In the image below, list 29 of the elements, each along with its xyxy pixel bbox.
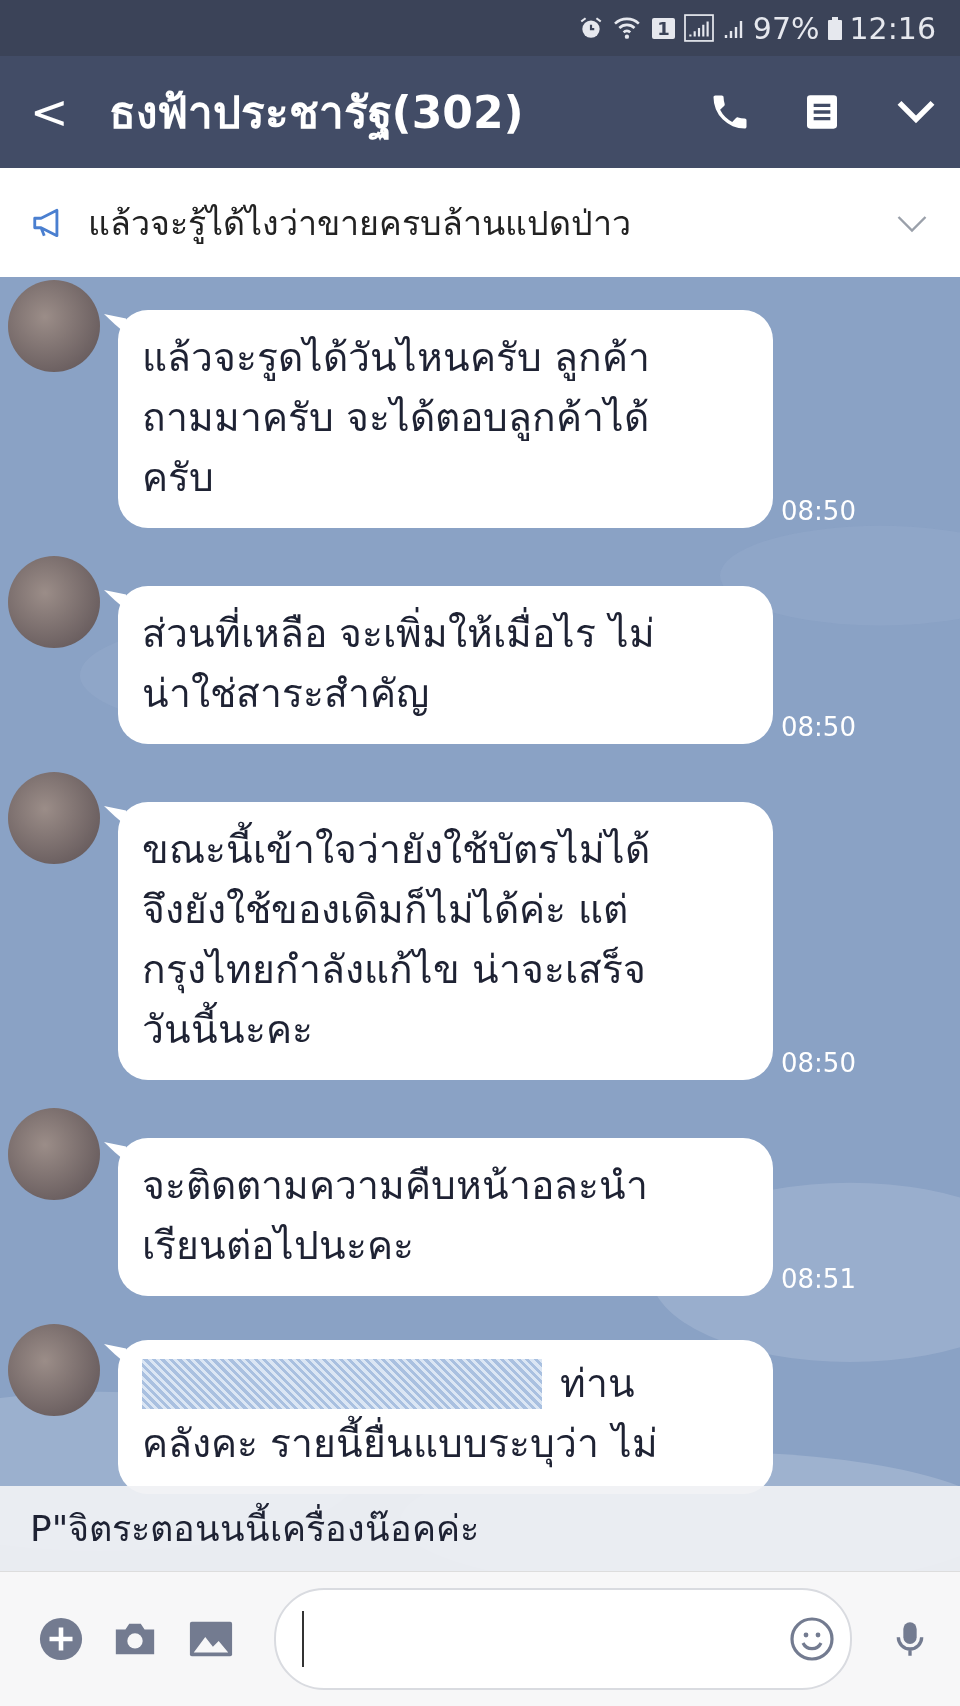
plus-icon[interactable] [38,1616,84,1662]
battery-percent: 97% [752,10,820,46]
message-text: จะติดตามความคืบหน้าอละนำ [142,1162,648,1210]
message-text: คลังคะ รายนี้ยื่นแบบระบุว่า ไม่ [142,1414,658,1474]
message-text: ขณะนี้เข้าใจว่ายังใช้บัตรไม่ได้ [142,820,650,880]
message-text: แล้วจะรูดได้วันไหนครับ ลูกค้า [142,334,651,383]
message-text: วันนี้นะคะ [142,1000,313,1060]
smiley-icon[interactable] [788,1615,836,1663]
message-time: 08:50 [781,496,856,526]
notification-banner[interactable]: P"จิตระตอนนนี้เครื่องน๊อคค่ะ [0,1486,960,1571]
back-button[interactable]: < [20,85,89,139]
message-text: ท่าน [560,1360,635,1408]
announcement-text: แล้วจะรู้ได้ไงว่าขายครบล้านแปดป่าว [88,201,632,246]
message-time: 08:50 [781,712,856,742]
battery-icon [827,15,842,41]
notification-text: P"จิตระตอนนนี้เครื่องน๊อคค่ะ [30,1500,480,1557]
message-text: ส่วนที่เหลือ จะเพิ่มให้เมื่อไร ไม่ [142,604,655,664]
message-text: เรียนต่อไปนะคะ [142,1222,414,1270]
message-text: ครับ [142,454,214,502]
message-time: 08:50 [781,1048,856,1078]
message-time: 08:51 [781,1264,856,1294]
chat-title: ธงฟ้าประชารัฐ(302) [108,86,525,142]
message-text: กรุงไทยกำลังแก้ไข น่าจะเสร็จ [142,945,647,996]
sim-badge: 1 [652,17,675,39]
message-text: ถามมาครับ จะได้ตอบลูกค้าได้ [142,394,650,443]
clock: 12:16 [849,10,936,46]
message-text: จึงยังใช้ของเดิมก็ไม่ได้ค่ะ แต่ [142,885,629,934]
signal-icon [682,14,715,42]
message-text: น่าใช่สาระสำคัญ [142,670,429,718]
